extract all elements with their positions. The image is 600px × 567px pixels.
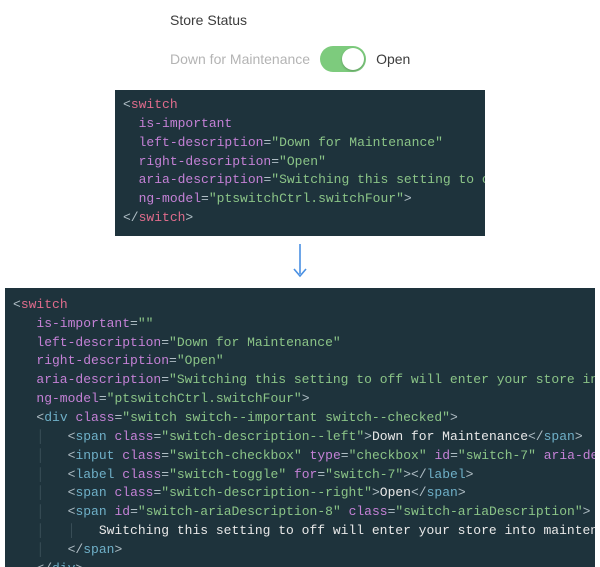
arrow-down-icon <box>290 242 310 282</box>
toggle-knob <box>342 48 364 70</box>
code-block-source: <switch is-important left-description="D… <box>115 90 485 236</box>
toggle-right-description: Open <box>376 51 410 67</box>
store-status-toggle[interactable] <box>320 46 366 72</box>
code-block-compiled: <switch is-important="" left-description… <box>5 288 595 567</box>
section-title: Store Status <box>170 12 600 28</box>
toggle-row: Down for Maintenance Open <box>170 46 600 72</box>
store-status-demo: Store Status Down for Maintenance Open <box>170 12 600 72</box>
arrow-down <box>0 236 600 288</box>
toggle-left-description: Down for Maintenance <box>170 51 310 67</box>
